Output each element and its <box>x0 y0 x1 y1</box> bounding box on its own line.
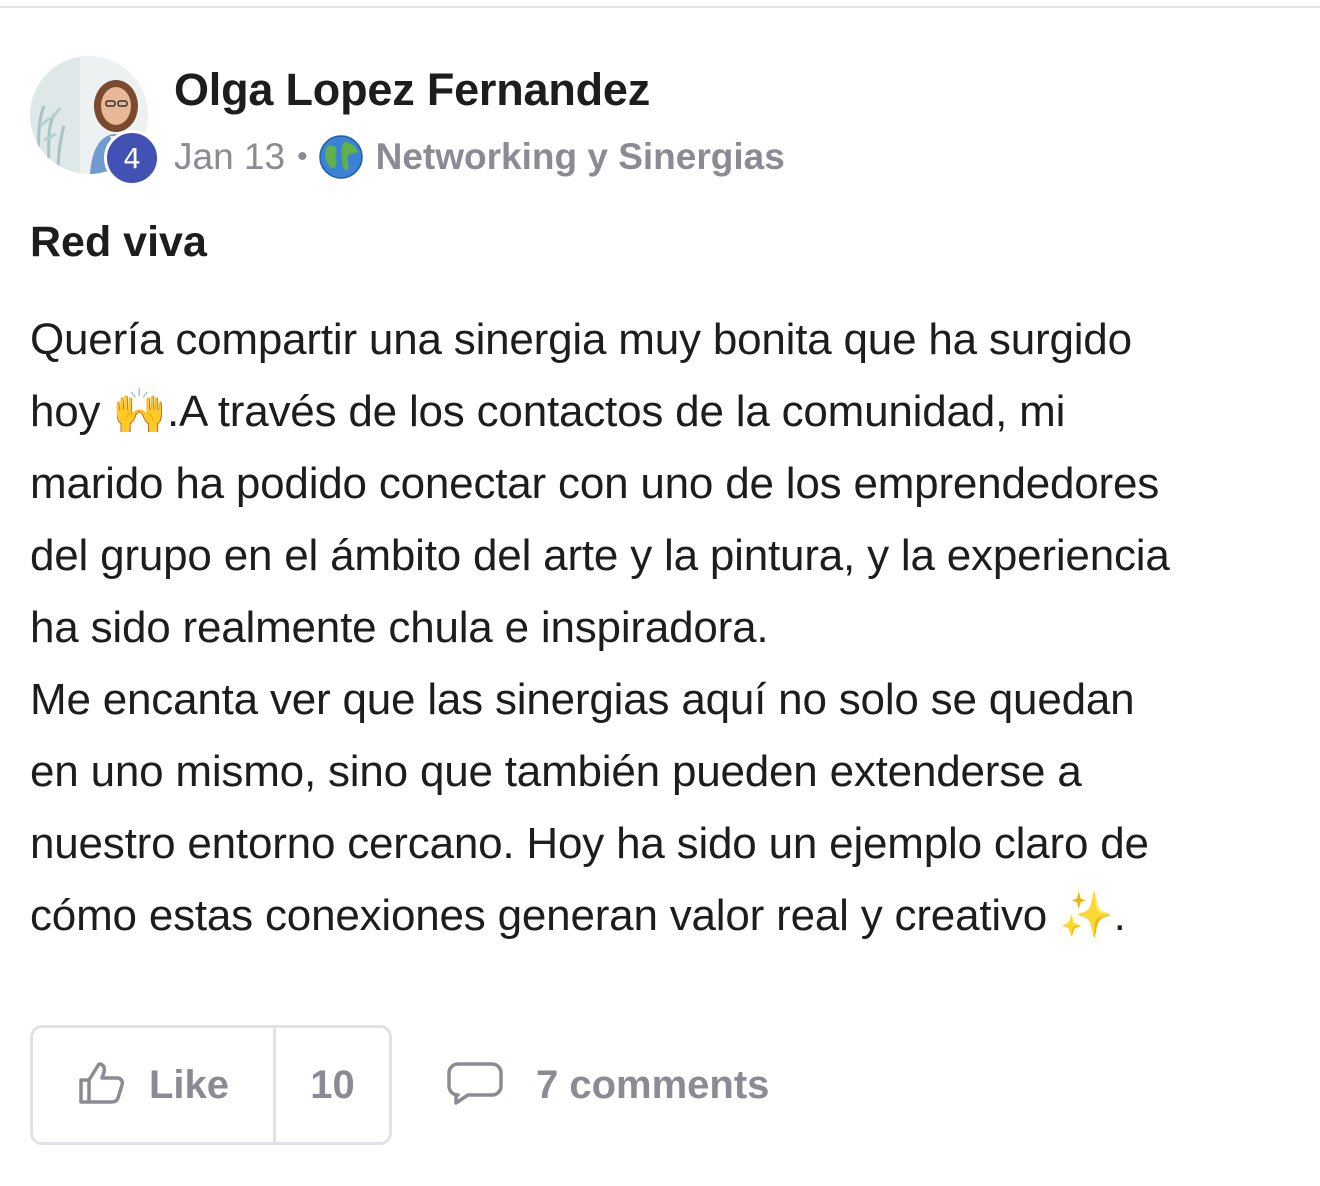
post-header: 4 Olga Lopez Fernandez Jan 13 • Networki… <box>30 56 1290 186</box>
post-date[interactable]: Jan 13 <box>174 136 285 178</box>
space-link[interactable]: Networking y Sinergias <box>376 136 785 178</box>
raised-hands-emoji: 🙌 <box>112 386 167 437</box>
like-count[interactable]: 10 <box>276 1028 389 1142</box>
post-line-text: cómo estas conexiones generan valor real… <box>30 891 1060 940</box>
level-badge: 4 <box>104 130 160 186</box>
like-label: Like <box>148 1062 230 1107</box>
comment-bubble-icon <box>446 1060 504 1111</box>
post-line-text: .A través de los contactos de la comunid… <box>166 387 1066 436</box>
post-line-text: . <box>1113 891 1126 940</box>
thumbs-up-icon <box>77 1060 125 1111</box>
like-button[interactable]: Like <box>33 1028 276 1142</box>
post-line: ha sido realmente chula e inspiradora. <box>30 603 769 652</box>
post-line: hoy 🙌.A través de los contactos de la co… <box>30 376 1300 448</box>
post-line: marido ha podido conectar con uno de los… <box>30 459 1160 508</box>
post-title: Red viva <box>30 218 207 266</box>
post-line: cómo estas conexiones generan valor real… <box>30 880 1300 952</box>
comments-link[interactable]: 7 comments <box>446 1055 769 1115</box>
post-line: del grupo en el ámbito del arte y la pin… <box>30 531 1170 580</box>
post-line-text: hoy <box>30 387 113 436</box>
post-line: en uno mismo, sino que también pueden ex… <box>30 747 1082 796</box>
meta-separator: • <box>297 140 308 173</box>
post-body: Quería compartir una sinergia muy bonita… <box>30 304 1300 952</box>
sparkles-emoji: ✨ <box>1059 890 1114 941</box>
post-line: Quería compartir una sinergia muy bonita… <box>30 315 1132 364</box>
post-line: Me encanta ver que las sinergias aquí no… <box>30 675 1135 724</box>
comments-label: 7 comments <box>536 1062 770 1107</box>
top-divider <box>0 0 1320 8</box>
post-line: nuestro entorno cercano. Hoy ha sido un … <box>30 819 1149 868</box>
author-name[interactable]: Olga Lopez Fernandez <box>174 64 650 116</box>
like-control: Like 10 <box>30 1025 392 1145</box>
globe-icon <box>318 134 364 180</box>
post-meta: Jan 13 • Networking y Sinergias <box>174 134 785 180</box>
